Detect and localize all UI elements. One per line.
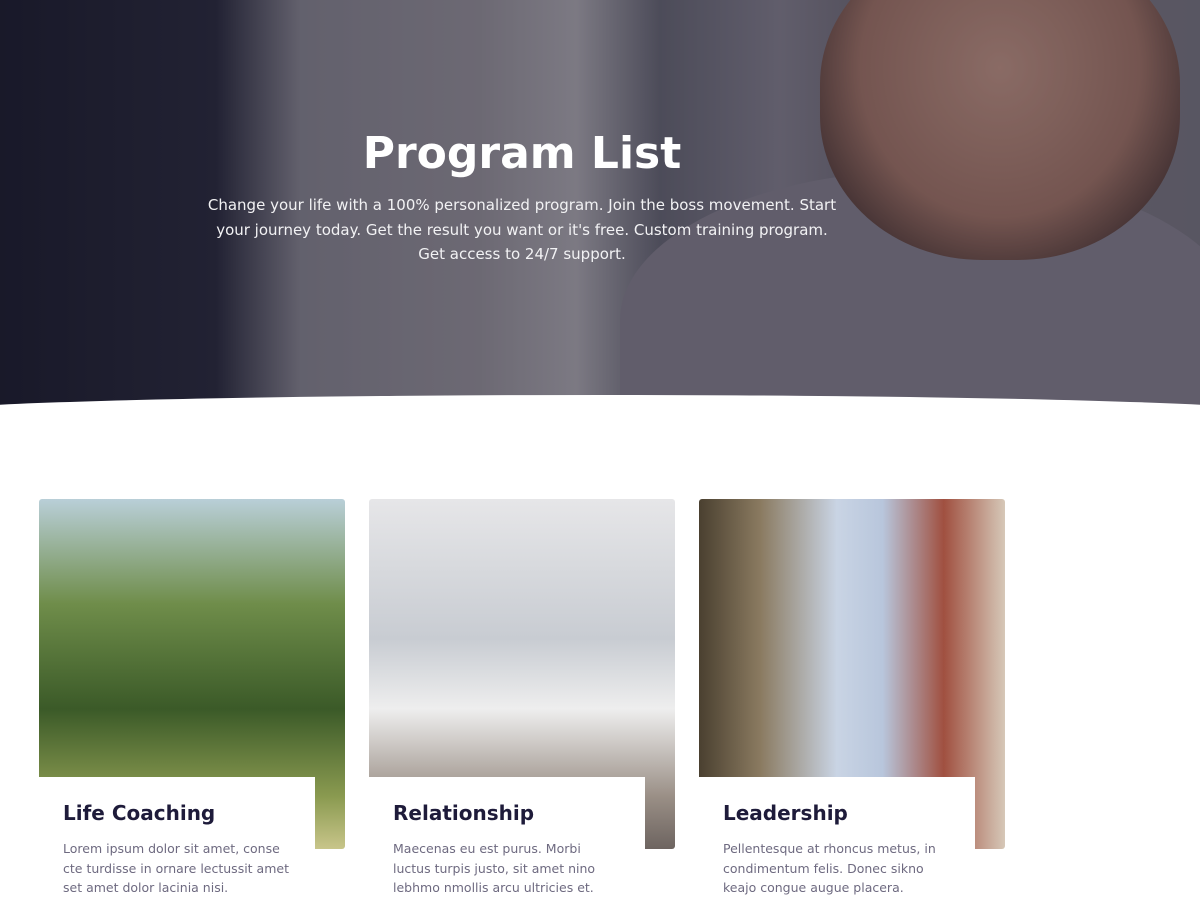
program-description: Maecenas eu est purus. Morbi luctus turp… — [393, 841, 596, 895]
page-title: Program List — [362, 128, 682, 179]
program-title[interactable]: Life Coaching — [63, 801, 291, 825]
program-info: Relationship Maecenas eu est purus. Morb… — [369, 777, 645, 907]
program-info: Life Coaching Lorem ipsum dolor sit amet… — [39, 777, 315, 907]
program-card-relationship[interactable]: Relationship Maecenas eu est purus. Morb… — [369, 499, 675, 907]
program-description: Pellentesque at rhoncus metus, in condim… — [723, 841, 936, 895]
program-card-life-coaching[interactable]: Life Coaching Lorem ipsum dolor sit amet… — [39, 499, 345, 907]
hero-banner: Program List Change your life with a 100… — [0, 0, 1200, 410]
program-card-leadership[interactable]: Leadership Pellentesque at rhoncus metus… — [699, 499, 1005, 907]
hero-subtitle: Change your life with a 100% personalize… — [207, 196, 837, 263]
program-title[interactable]: Leadership — [723, 801, 951, 825]
program-info: Leadership Pellentesque at rhoncus metus… — [699, 777, 975, 907]
program-description: Lorem ipsum dolor sit amet, conse cte tu… — [63, 841, 289, 895]
program-title[interactable]: Relationship — [393, 801, 621, 825]
